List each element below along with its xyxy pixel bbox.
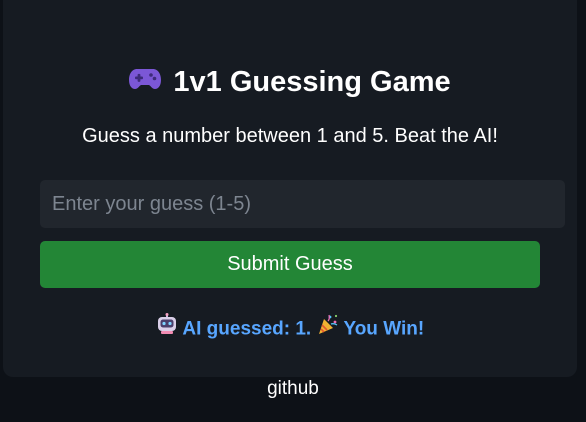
game-controller-icon: [129, 63, 162, 99]
github-link[interactable]: github: [0, 378, 586, 400]
guess-input[interactable]: [40, 180, 565, 228]
party-popper-icon: [317, 313, 339, 343]
result-message: AI guessed: 1. You Win!: [3, 313, 577, 343]
submit-guess-button[interactable]: Submit Guess: [40, 241, 540, 288]
instructions-text: Guess a number between 1 and 5. Beat the…: [82, 125, 498, 147]
win-text: You Win!: [343, 318, 425, 340]
title-text: 1v1 Guessing Game: [173, 66, 451, 98]
page-title: 1v1 Guessing Game: [3, 64, 577, 100]
ai-guess-text: AI guessed: 1.: [182, 318, 312, 340]
robot-icon: [156, 313, 178, 343]
game-card: 1v1 Guessing Game Guess a number between…: [3, 0, 577, 377]
